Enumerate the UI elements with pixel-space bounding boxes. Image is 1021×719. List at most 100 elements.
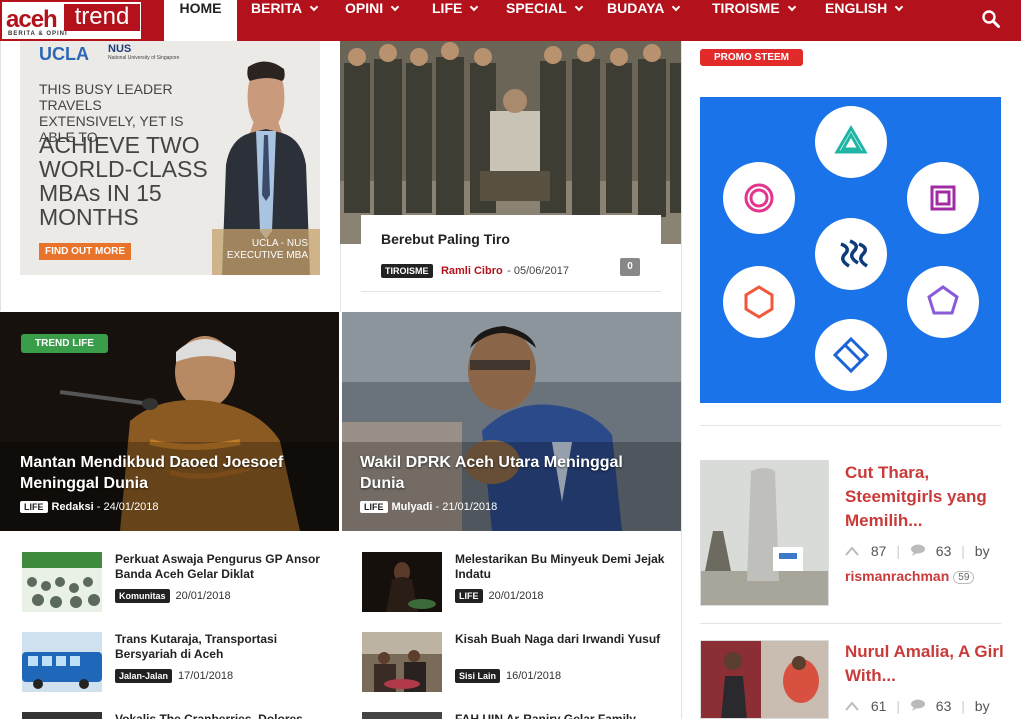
list-item-title[interactable]: Kisah Buah Naga dari Irwandi Yusuf [455, 632, 665, 647]
featured-image[interactable] [340, 41, 681, 244]
ad-program-label: UCLA - NUS EXECUTIVE MBA [226, 238, 308, 261]
upvote-icon[interactable] [845, 701, 859, 711]
category-badge[interactable]: LIFE [20, 501, 48, 513]
article-title[interactable]: Mantan Mendikbud Daoed Joesoef Meninggal… [20, 452, 320, 494]
ad-headline: ACHIEVE TWO WORLD-CLASS MBAs IN 15 MONTH… [39, 132, 208, 230]
nav-item-life[interactable]: LIFE [432, 0, 479, 41]
main-nav: aceh trend BERITA & OPINI HOME BERITA OP… [0, 0, 1021, 42]
featured-author[interactable]: Ramli Cibro [441, 265, 503, 277]
username[interactable]: rismanrachman [845, 568, 949, 584]
category-badge[interactable]: Komunitas [115, 589, 170, 603]
chevron-down-icon [390, 2, 400, 12]
list-item-title[interactable]: FAH UIN Ar-Raniry Gelar Family [455, 712, 665, 719]
chevron-down-icon [894, 2, 904, 12]
steemit-post-thumbnail[interactable] [700, 640, 829, 719]
list-item-thumbnail[interactable] [22, 552, 102, 612]
nav-item-special[interactable]: SPECIAL [506, 0, 583, 41]
nav-item-tiroisme[interactable]: TIROISME [712, 0, 796, 41]
list-item-meta: LIFE 20/01/2018 [455, 589, 544, 603]
chevron-down-icon [309, 2, 319, 12]
category-badge[interactable]: Sisi Lain [455, 669, 501, 683]
nav-label: SPECIAL [506, 0, 567, 16]
steem-apps-graphic [700, 97, 1001, 403]
logo-tagline: BERITA & OPINI [8, 31, 68, 37]
list-item-title[interactable]: Trans Kutaraja, Transportasi Bersyariah … [115, 632, 325, 662]
list-item-meta: Komunitas 20/01/2018 [115, 589, 231, 603]
list-item-title[interactable]: Melestarikan Bu Minyeuk Demi Jejak Indat… [455, 552, 665, 582]
steem-promo-banner[interactable] [700, 97, 1001, 403]
comment-icon[interactable] [910, 699, 926, 711]
nav-item-budaya[interactable]: BUDAYA [607, 0, 681, 41]
chevron-down-icon [672, 2, 681, 12]
featured-meta: TIROISME Ramli Cibro - 05/06/2017 [381, 261, 569, 279]
article-photo [342, 312, 681, 531]
featured-title[interactable]: Berebut Paling Tiro [381, 231, 510, 247]
ad-brand-nus-sub: National University of Singapore [108, 55, 180, 61]
nav-label: LIFE [432, 0, 463, 16]
steemit-post-title[interactable]: Cut Thara, Steemitgirls yang Memilih... [845, 461, 1015, 533]
list-item-thumbnail[interactable] [362, 632, 442, 692]
reputation-badge: 59 [953, 571, 975, 584]
article-author[interactable]: Mulyadi [392, 501, 433, 513]
nav-label: OPINI [345, 0, 384, 16]
comment-count-badge[interactable]: 0 [620, 258, 640, 276]
trend-life-badge[interactable]: TREND LIFE [21, 334, 108, 353]
article-tile-wakil-dprk[interactable]: Wakil DPRK Aceh Utara Meninggal Dunia LI… [342, 312, 681, 531]
ad-brand-nus: NUS National University of Singapore [108, 43, 179, 61]
list-item-date: 20/01/2018 [488, 590, 544, 602]
ad-find-out-more-button[interactable]: FIND OUT MORE [39, 243, 131, 260]
logo-word-aceh: aceh [6, 6, 58, 33]
chevron-down-icon [787, 2, 796, 12]
by-label: by [974, 698, 990, 714]
list-item-thumbnail[interactable] [22, 632, 102, 692]
list-item-date: 16/01/2018 [506, 670, 562, 682]
featured-card: Berebut Paling Tiro TIROISME Ramli Cibro… [361, 215, 661, 293]
by-label: by [974, 543, 990, 559]
comment-icon[interactable] [910, 544, 926, 556]
nav-item-opini[interactable]: OPINI [345, 0, 400, 41]
nav-item-home[interactable]: HOME [164, 0, 237, 42]
logo-word-trend: trend [64, 4, 140, 31]
category-badge[interactable]: LIFE [455, 589, 483, 603]
steemit-post-user[interactable]: rismanrachman 59 [845, 568, 975, 585]
chevron-down-icon [574, 2, 583, 12]
list-item-title[interactable]: Vokalis The Cranberries, Dolores [115, 712, 325, 719]
steemit-post-stats: 61 | 63 | by [845, 698, 990, 714]
category-badge[interactable]: TIROISME [381, 264, 433, 278]
category-badge[interactable]: Jalan-Jalan [115, 669, 173, 683]
upvote-count: 87 [870, 543, 887, 559]
comment-count: 63 [935, 698, 952, 714]
list-item-thumbnail[interactable] [22, 712, 102, 719]
nav-label: TIROISME [712, 0, 780, 16]
divider [0, 41, 1, 311]
article-date: 21/01/2018 [442, 501, 498, 513]
article-author[interactable]: Redaksi [52, 501, 94, 513]
steemit-post-thumbnail[interactable] [700, 460, 829, 606]
ad-brand-ucla: UCLA [39, 44, 89, 64]
site-logo[interactable]: aceh trend BERITA & OPINI [0, 0, 143, 41]
upvote-count: 61 [870, 698, 887, 714]
list-item-thumbnail[interactable] [362, 712, 442, 719]
featured-photo [340, 41, 681, 244]
divider [700, 623, 1001, 624]
ad-banner-ucla-nus[interactable]: UCLA NUS National University of Singapore… [20, 41, 320, 275]
list-item-date: 20/01/2018 [175, 590, 231, 602]
article-meta: LIFE Mulyadi - 21/01/2018 [360, 501, 497, 513]
article-title[interactable]: Wakil DPRK Aceh Utara Meninggal Dunia [360, 452, 660, 494]
divider [700, 425, 1001, 426]
featured-date: 05/06/2017 [513, 265, 569, 277]
list-item-thumbnail[interactable] [362, 552, 442, 612]
nav-item-english[interactable]: ENGLISH [825, 0, 904, 41]
search-icon[interactable] [982, 10, 1000, 28]
divider [681, 41, 682, 719]
nav-item-berita[interactable]: BERITA [251, 0, 319, 41]
category-badge[interactable]: LIFE [360, 501, 388, 513]
nav-label: BERITA [251, 0, 303, 16]
list-item-date: 17/01/2018 [178, 670, 234, 682]
upvote-icon[interactable] [845, 546, 859, 556]
ad-brand-nus-name: NUS [108, 43, 132, 55]
list-item-title[interactable]: Perkuat Aswaja Pengurus GP Ansor Banda A… [115, 552, 325, 582]
steemit-post-title[interactable]: Nurul Amalia, A Girl With... [845, 640, 1015, 688]
nav-label: HOME [179, 0, 222, 16]
article-date: 24/01/2018 [103, 501, 159, 513]
